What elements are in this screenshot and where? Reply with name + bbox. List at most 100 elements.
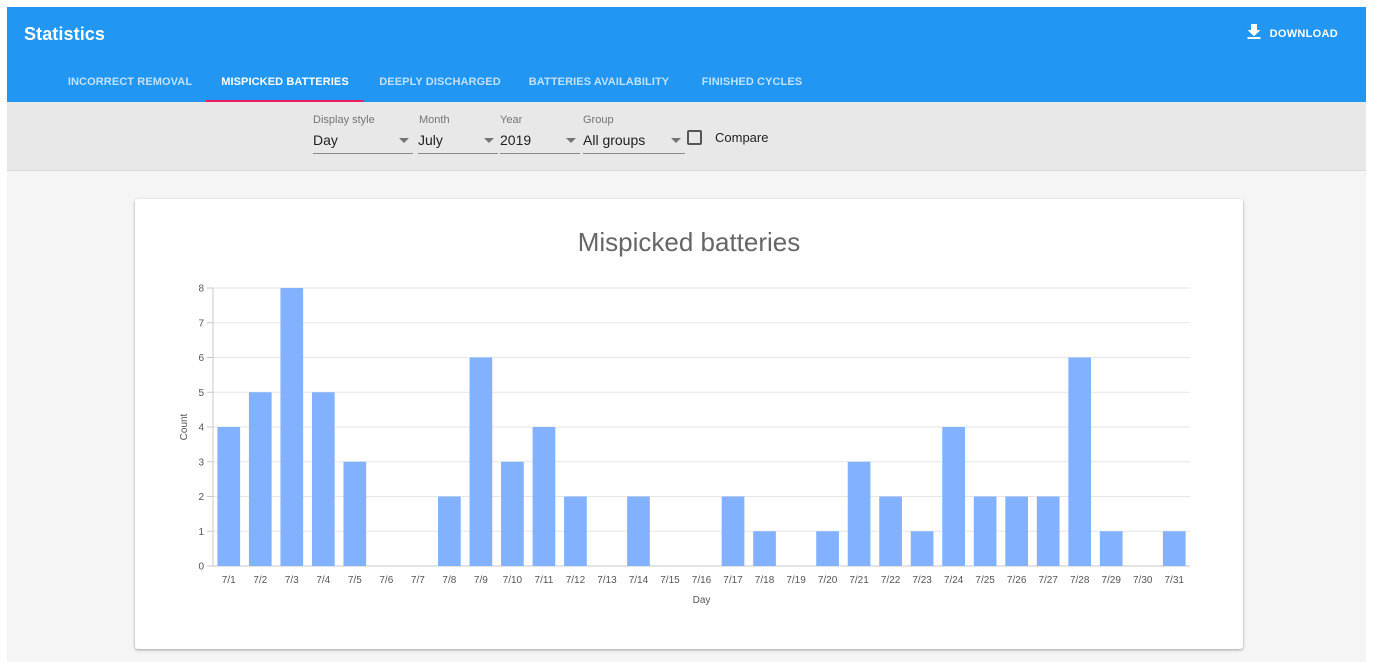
bar-7-10 [501, 461, 524, 566]
y-tick-label: 4 [198, 423, 204, 434]
bar-7-25 [973, 496, 997, 566]
x-tick-label: 7/9 [474, 575, 488, 586]
x-tick-label: 7/29 [1101, 575, 1121, 586]
x-tick-label: 7/7 [411, 575, 425, 586]
x-tick-label: 7/18 [755, 575, 775, 586]
download-button[interactable]: DOWNLOAD [1246, 23, 1338, 44]
bar-7-20 [816, 531, 839, 566]
x-tick-label: 7/10 [503, 575, 523, 586]
y-tick-label: 0 [198, 562, 204, 573]
x-tick-label: 7/13 [597, 575, 617, 586]
bar-7-26 [1005, 496, 1029, 566]
compare-checkbox[interactable] [687, 130, 702, 145]
bar-7-5 [343, 461, 367, 566]
app-bar: Statistics DOWNLOAD INCORRECT REMOVAL MI… [7, 7, 1366, 102]
bar-7-3 [280, 288, 304, 566]
y-tick-label: 7 [198, 318, 204, 329]
x-tick-label: 7/1 [222, 575, 236, 586]
download-icon [1246, 23, 1262, 44]
y-tick-label: 1 [198, 527, 204, 538]
x-tick-label: 7/4 [316, 575, 330, 586]
month-value: July [418, 132, 443, 148]
bar-7-4 [311, 392, 335, 566]
bar-7-23 [910, 531, 934, 566]
bar-7-17 [721, 496, 745, 566]
filter-bar: Display style Day Month July Year 2019 G… [7, 102, 1366, 171]
x-tick-label: 7/17 [723, 575, 743, 586]
tab-bar: INCORRECT REMOVAL MISPICKED BATTERIES DE… [7, 63, 1366, 102]
year-underline [500, 153, 580, 154]
x-tick-label: 7/24 [944, 575, 964, 586]
app-title: Statistics [24, 24, 106, 44]
app-window: Statistics DOWNLOAD INCORRECT REMOVAL MI… [7, 7, 1366, 662]
month-underline [418, 153, 498, 154]
x-tick-label: 7/8 [442, 575, 456, 586]
group-label: Group [583, 114, 614, 126]
chevron-down-icon [484, 138, 494, 143]
display-style-underline [313, 153, 413, 154]
x-tick-label: 7/16 [692, 575, 712, 586]
tab-mispicked-batteries[interactable]: MISPICKED BATTERIES [206, 63, 364, 102]
bar-7-24 [942, 427, 965, 566]
year-select[interactable]: Year 2019 [500, 114, 580, 154]
bar-7-31 [1162, 531, 1186, 566]
year-label: Year [500, 114, 523, 126]
x-tick-label: 7/21 [849, 575, 869, 586]
bar-7-1 [217, 427, 241, 566]
x-tick-label: 7/20 [818, 575, 838, 586]
x-tick-label: 7/14 [629, 575, 649, 586]
y-tick-label: 2 [198, 492, 204, 503]
chevron-down-icon [671, 138, 681, 143]
display-style-select[interactable]: Display style Day [313, 114, 413, 154]
y-tick-label: 6 [198, 353, 204, 364]
tab-incorrect-removal[interactable]: INCORRECT REMOVAL [55, 63, 205, 102]
bar-7-18 [753, 531, 776, 566]
bar-7-11 [532, 427, 556, 566]
tab-deeply-discharged[interactable]: DEEPLY DISCHARGED [367, 63, 513, 102]
x-tick-label: 7/26 [1007, 575, 1027, 586]
x-tick-label: 7/30 [1133, 575, 1153, 586]
x-axis-label: Day [693, 595, 711, 606]
bar-7-29 [1099, 531, 1123, 566]
x-tick-label: 7/22 [881, 575, 901, 586]
bar-7-12 [564, 496, 587, 566]
x-tick-label: 7/15 [660, 575, 680, 586]
x-tick-label: 7/23 [912, 575, 932, 586]
x-tick-label: 7/5 [348, 575, 362, 586]
bar-7-27 [1036, 496, 1060, 566]
download-label: DOWNLOAD [1269, 27, 1338, 40]
x-tick-label: 7/27 [1038, 575, 1058, 586]
display-style-value: Day [313, 132, 338, 148]
x-tick-label: 7/31 [1165, 575, 1185, 586]
x-tick-label: 7/28 [1070, 575, 1090, 586]
compare-label: Compare [715, 130, 769, 145]
bar-7-21 [847, 461, 871, 566]
x-tick-label: 7/25 [975, 575, 995, 586]
chart-card: Mispicked batteries 0 1 2 3 4 5 6 7 8 7/1 7/2 7/3 7/4… [135, 199, 1243, 649]
bar-7-9 [469, 357, 493, 566]
chevron-down-icon [566, 138, 576, 143]
month-select[interactable]: Month July [418, 114, 498, 154]
y-tick-label: 8 [198, 284, 204, 295]
x-tick-label: 7/2 [253, 575, 267, 586]
group-select[interactable]: Group All groups [583, 114, 685, 154]
bar-chart: Mispicked batteries 0 1 2 3 4 5 6 7 8 7/1 7/2 7/3 7/4… [179, 227, 1190, 606]
y-tick-label: 3 [198, 457, 204, 468]
bar-7-14 [627, 496, 650, 566]
bar-7-22 [879, 496, 902, 566]
group-underline [583, 153, 685, 154]
compare-toggle[interactable]: Compare [687, 130, 768, 145]
display-style-label: Display style [313, 114, 375, 126]
group-value: All groups [583, 132, 646, 148]
bar-7-8 [438, 496, 461, 566]
x-tick-label: 7/11 [535, 575, 554, 586]
tab-batteries-availability[interactable]: BATTERIES AVAILABILITY [515, 63, 683, 102]
x-tick-label: 7/19 [786, 575, 806, 586]
bar-7-28 [1068, 357, 1092, 566]
chart-title: Mispicked batteries [578, 227, 801, 257]
x-tick-label: 7/6 [379, 575, 393, 586]
month-label: Month [419, 114, 450, 126]
x-tick-label: 7/12 [566, 575, 586, 586]
year-value: 2019 [500, 132, 532, 148]
tab-finished-cycles[interactable]: FINISHED CYCLES [685, 63, 819, 102]
